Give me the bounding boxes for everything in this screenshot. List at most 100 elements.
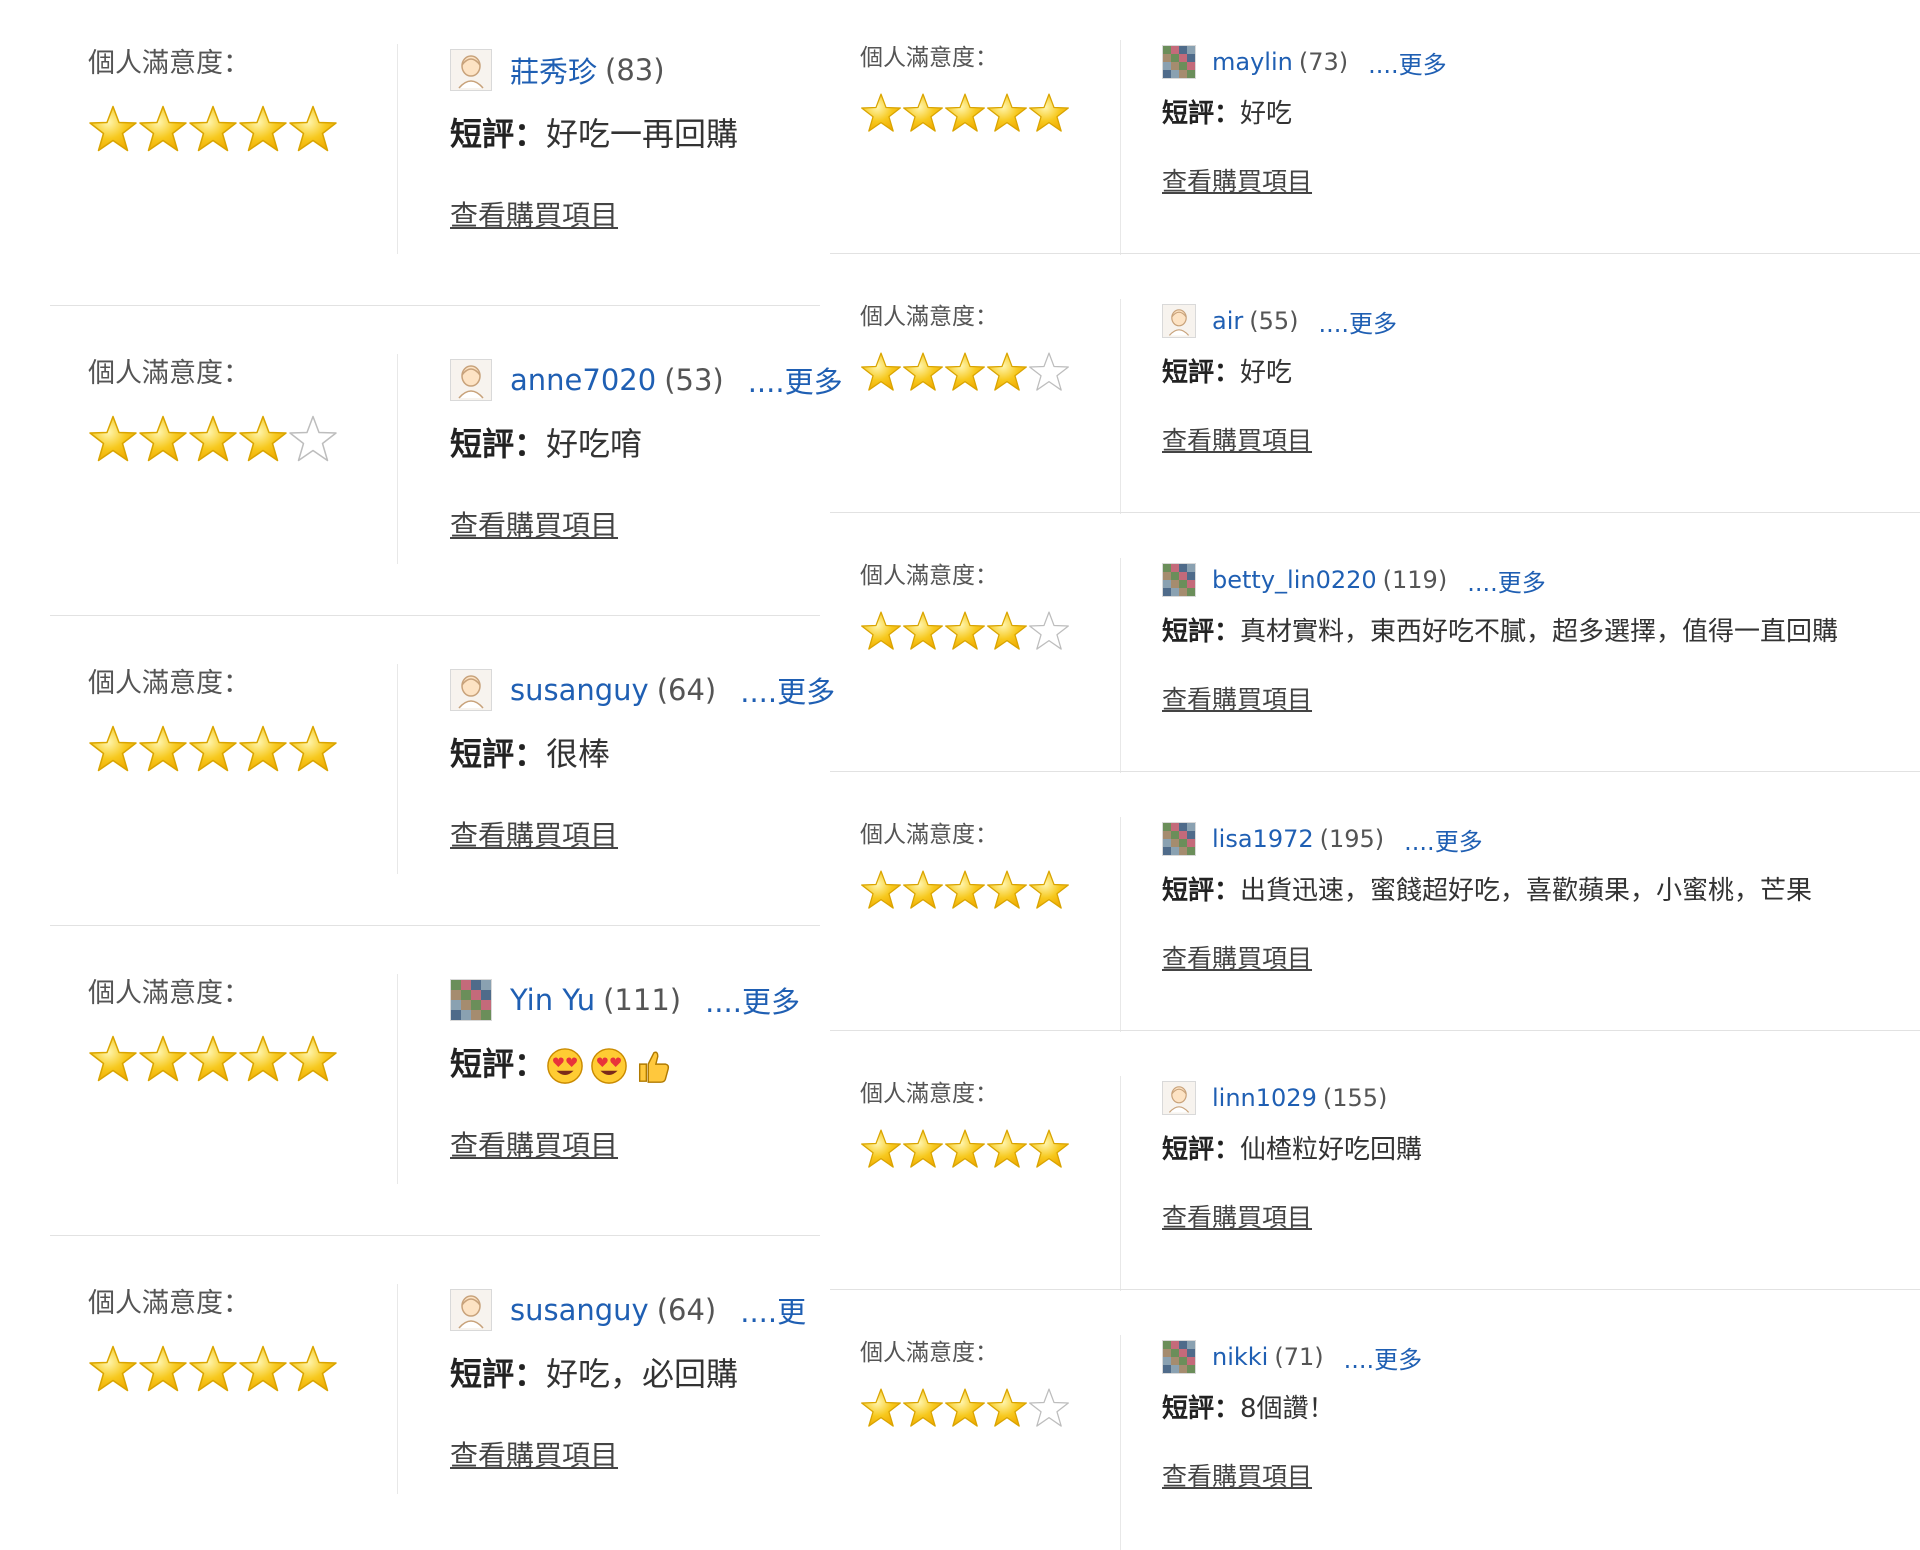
view-purchase-link[interactable]: 查看購買項目 (450, 1124, 618, 1164)
reviewer-name-link[interactable]: nikki (1212, 1343, 1268, 1371)
reviewer-line: susanguy (64) ....更 (450, 1284, 806, 1336)
star-filled-icon (238, 724, 288, 774)
short-comment: 短評：真材實料，東西好吃不膩，超多選擇，值得一直回購 (1162, 614, 1838, 650)
more-link[interactable]: ....更多 (1467, 563, 1546, 598)
satisfaction-label: 個人滿意度： (860, 822, 998, 848)
star-filled-icon (188, 724, 238, 774)
avatar-photo[interactable] (450, 979, 492, 1021)
view-purchase-link[interactable]: 查看購買項目 (1162, 1457, 1312, 1493)
star-filled-icon (944, 869, 986, 911)
review-info: nikki (71) ....更多 短評：8個讚！ 查看購買項目 (1162, 1335, 1422, 1493)
star-filled-icon (288, 104, 338, 154)
row-separator (830, 771, 1920, 772)
view-purchase-link[interactable]: 查看購買項目 (1162, 680, 1312, 716)
more-link[interactable]: ....更多 (740, 669, 835, 711)
satisfaction-label: 個人滿意度： (860, 1340, 998, 1366)
thumbs-up-icon (634, 1047, 672, 1085)
star-filled-icon (986, 1128, 1028, 1170)
reviewer-name-link[interactable]: 莊秀珍 (510, 49, 597, 91)
avatar-photo[interactable] (1162, 45, 1196, 79)
reviewer-rating-count: (119) (1382, 566, 1448, 594)
default-avatar-icon[interactable] (450, 1289, 492, 1331)
star-empty-icon (1028, 351, 1070, 393)
star-rating (88, 1034, 338, 1084)
reviewer-line: susanguy (64) ....更多 (450, 664, 835, 716)
reviewer-name-link[interactable]: susanguy (510, 673, 649, 707)
view-purchase-link[interactable]: 查看購買項目 (450, 504, 618, 544)
short-comment-text: 很棒 (546, 735, 611, 773)
star-filled-icon (1028, 869, 1070, 911)
reviewer-rating-count: (73) (1298, 48, 1349, 76)
short-comment-text: 好吃，必回購 (546, 1355, 739, 1393)
reviewer-name-link[interactable]: lisa1972 (1212, 825, 1314, 853)
star-rating (860, 610, 1070, 652)
reviewer-name-link[interactable]: Yin Yu (510, 983, 595, 1017)
reviewer-name-link[interactable]: air (1212, 307, 1243, 335)
short-comment-label: 短評： (450, 735, 547, 773)
default-avatar-icon[interactable] (450, 359, 492, 401)
star-filled-icon (138, 1034, 188, 1084)
row-separator (50, 1235, 820, 1236)
satisfaction-label: 個人滿意度： (860, 1081, 998, 1107)
default-avatar-icon[interactable] (1162, 1081, 1196, 1115)
short-comment: 短評： (450, 1042, 800, 1086)
short-comment-text: 8個讚！ (1240, 1394, 1335, 1424)
default-avatar-icon[interactable] (1162, 304, 1196, 338)
avatar-photo[interactable] (1162, 1340, 1196, 1374)
view-purchase-link[interactable]: 查看購買項目 (1162, 421, 1312, 457)
star-filled-icon (188, 1344, 238, 1394)
default-avatar-icon[interactable] (450, 669, 492, 711)
view-purchase-link[interactable]: 查看購買項目 (450, 1434, 618, 1474)
view-purchase-link[interactable]: 查看購買項目 (450, 194, 618, 234)
star-filled-icon (902, 869, 944, 911)
short-comment-label: 短評： (450, 1355, 547, 1393)
reviewer-name-link[interactable]: betty_lin0220 (1212, 566, 1377, 594)
avatar-photo[interactable] (1162, 563, 1196, 597)
column-divider (397, 44, 398, 254)
reviewer-name-link[interactable]: susanguy (510, 1293, 649, 1327)
reviewer-line: Yin Yu (111) ....更多 (450, 974, 800, 1026)
star-filled-icon (288, 1344, 338, 1394)
more-link[interactable]: ....更多 (1368, 45, 1447, 80)
more-link[interactable]: ....更多 (1319, 304, 1398, 339)
review-info: susanguy (64) ....更短評：好吃，必回購查看購買項目 (450, 1284, 806, 1474)
reviewer-line: 莊秀珍 (83) (450, 44, 738, 96)
star-rating (88, 414, 338, 464)
more-link[interactable]: ....更多 (1404, 822, 1483, 857)
reviewer-rating-count: (55) (1249, 307, 1299, 335)
default-avatar-icon[interactable] (450, 49, 492, 91)
reviewer-name-link[interactable]: linn1029 (1212, 1084, 1317, 1112)
star-rating (860, 1387, 1070, 1429)
view-purchase-link[interactable]: 查看購買項目 (1162, 939, 1312, 975)
row-separator (830, 1030, 1920, 1031)
view-purchase-link[interactable]: 查看購買項目 (1162, 1198, 1312, 1234)
more-link[interactable]: ....更 (740, 1289, 806, 1331)
star-filled-icon (860, 869, 902, 911)
rating-cell: 個人滿意度： (88, 354, 338, 464)
review-info: air (55) ....更多 短評：好吃 查看購買項目 (1162, 299, 1397, 457)
reviewer-name-link[interactable]: maylin (1212, 48, 1293, 76)
reviewer-line: air (55) ....更多 (1162, 299, 1397, 343)
rating-cell: 個人滿意度： (860, 299, 1070, 393)
column-divider (397, 974, 398, 1184)
avatar-photo[interactable] (1162, 822, 1196, 856)
star-filled-icon (860, 1128, 902, 1170)
short-comment-text: 好吃一再回購 (546, 115, 739, 153)
short-comment-text: 仙楂粒好吃回購 (1240, 1135, 1423, 1165)
star-empty-icon (1028, 610, 1070, 652)
reviewer-rating-count: (155) (1322, 1084, 1388, 1112)
row-separator (50, 615, 820, 616)
reviewer-name-link[interactable]: anne7020 (510, 363, 656, 397)
view-purchase-link[interactable]: 查看購買項目 (450, 814, 618, 854)
more-link[interactable]: ....更多 (1344, 1340, 1423, 1375)
short-comment: 短評：好吃唷 (450, 422, 843, 466)
smiling-face-with-heart-eyes-icon (546, 1047, 584, 1085)
review-info: anne7020 (53) ....更多 短評：好吃唷 查看購買項目 (450, 354, 843, 544)
star-filled-icon (188, 1034, 238, 1084)
more-link[interactable]: ....更多 (748, 359, 843, 401)
view-purchase-link[interactable]: 查看購買項目 (1162, 162, 1312, 198)
more-link[interactable]: ....更多 (705, 979, 800, 1021)
satisfaction-label: 個人滿意度： (860, 45, 998, 71)
rating-cell: 個人滿意度： (860, 817, 1070, 911)
star-filled-icon (88, 1344, 138, 1394)
